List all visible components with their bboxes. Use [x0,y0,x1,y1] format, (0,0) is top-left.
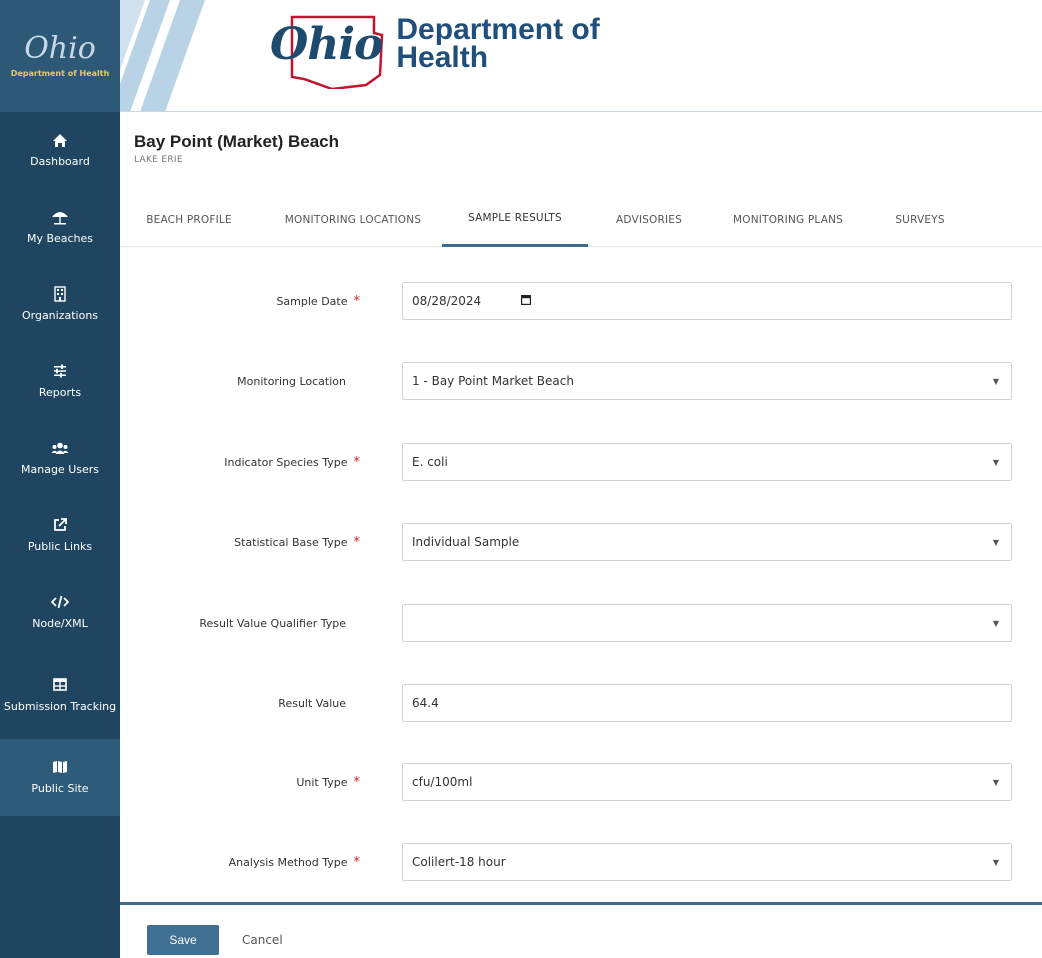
form-row-unit-type: Unit Type * cfu/100ml ▼ [120,763,1042,801]
chevron-down-icon: ▼ [992,376,999,386]
chevron-down-icon: ▼ [992,777,999,787]
chevron-down-icon: ▼ [992,537,999,547]
result-value-input[interactable]: 64.4 [402,684,1012,722]
odh-brand[interactable]: Ohio Department of Health [270,13,600,89]
statistical-base-select[interactable]: Individual Sample ▼ [402,523,1012,561]
sidebar-item-label: My Beaches [26,232,94,246]
sidebar-item-my-beaches[interactable]: My Beaches [0,189,120,266]
building-icon [54,285,66,303]
chevron-down-icon: ▼ [992,457,999,467]
result-value-label: Result Value [278,696,346,710]
page-title: Bay Point (Market) Beach [134,132,339,151]
statistical-base-label: Statistical Base Type * [234,534,361,550]
required-indicator: * [353,854,361,870]
form-row-statistical-base: Statistical Base Type * Individual Sample… [120,523,1042,561]
table-icon [53,676,67,694]
monitoring-location-select[interactable]: 1 - Bay Point Market Beach ▼ [402,362,1012,400]
indicator-species-select[interactable]: E. coli ▼ [402,443,1012,481]
sidebar-item-node-xml[interactable]: Node/XML [0,574,120,651]
sidebar-item-public-links[interactable]: Public Links [0,497,120,574]
chevron-down-icon: ▼ [992,618,999,628]
form-row-analysis-method: Analysis Method Type * Colilert-18 hour ▼ [120,843,1042,881]
home-icon [52,131,68,149]
page-header: Ohio Department of Health [120,0,1042,112]
tab-monitoring-plans[interactable]: MONITORING PLANS [720,192,856,247]
department-name: Department of Health [396,13,600,74]
sidebar-item-label: Organizations [21,309,99,323]
result-value-qualifier-label: Result Value Qualifier Type [199,616,346,630]
indicator-species-label: Indicator Species Type * [224,454,361,470]
sidebar-item-manage-users[interactable]: Manage Users [0,420,120,497]
code-icon [51,593,69,611]
cancel-button[interactable]: Cancel [242,925,283,955]
sidebar-item-label: Submission Tracking [3,699,117,713]
unit-type-label: Unit Type * [296,774,361,790]
sliders-icon [53,362,67,380]
chevron-down-icon: ▼ [992,857,999,867]
tab-beach-profile[interactable]: BEACH PROFILE [134,192,244,247]
header-stripes [120,0,205,111]
sidebar-item-label: Reports [38,386,82,400]
ohio-logo-subtitle: Department of Health [10,68,110,78]
sidebar-item-public-site[interactable]: Public Site [0,739,120,816]
ohio-logo[interactable]: Ohio Department of Health [0,0,120,112]
tab-surveys[interactable]: SURVEYS [882,192,958,247]
sidebar-item-organizations[interactable]: Organizations [0,266,120,343]
page-subtitle: LAKE ERIE [134,155,183,165]
sidebar-item-label: Node/XML [32,617,88,631]
monitoring-location-label: Monitoring Location [237,374,346,388]
form-footer: Save Cancel [120,905,1042,958]
form-row-sample-date: Sample Date * 08/28/2024 [120,282,1042,320]
required-indicator: * [353,293,361,309]
ohio-wordmark: Ohio [270,15,383,89]
form-row-monitoring-location: Monitoring Location 1 - Bay Point Market… [120,362,1042,400]
sidebar-item-label: Public Links [27,540,93,554]
tab-monitoring-locations[interactable]: MONITORING LOCATIONS [268,192,438,247]
external-link-icon [53,516,67,534]
unit-type-select[interactable]: cfu/100ml ▼ [402,763,1012,801]
umbrella-icon [51,208,69,226]
sidebar-item-reports[interactable]: Reports [0,343,120,420]
title-area: Bay Point (Market) Beach LAKE ERIE [120,112,1042,192]
ohio-logo-word: Ohio [24,30,96,66]
form-row-indicator-species: Indicator Species Type * E. coli ▼ [120,443,1042,481]
sample-date-input[interactable]: 08/28/2024 [402,282,1012,320]
form-row-result-value-qualifier: Result Value Qualifier Type ▼ [120,604,1042,642]
form-row-result-value: Result Value 64.4 [120,684,1042,722]
result-value-qualifier-select[interactable]: ▼ [402,604,1012,642]
sidebar-item-dashboard[interactable]: Dashboard [0,112,120,189]
calendar-icon[interactable] [521,294,532,308]
analysis-method-label: Analysis Method Type * [228,854,361,870]
required-indicator: * [353,454,361,470]
sidebar-item-label: Manage Users [21,463,99,477]
sidebar-item-label: Public Site [31,782,89,796]
main-content: Bay Point (Market) Beach LAKE ERIE BEACH… [120,112,1042,902]
users-icon [51,439,69,457]
sidebar-item-submission-tracking[interactable]: Submission Tracking [0,651,120,739]
sample-date-label: Sample Date * [276,293,361,309]
sidebar-item-label: Dashboard [30,155,90,169]
required-indicator: * [353,534,361,550]
analysis-method-select[interactable]: Colilert-18 hour ▼ [402,843,1012,881]
save-button[interactable]: Save [147,925,219,955]
map-icon [52,758,68,776]
required-indicator: * [353,774,361,790]
tab-sample-results[interactable]: SAMPLE RESULTS [442,192,588,247]
tab-bar: BEACH PROFILE MONITORING LOCATIONS SAMPL… [120,192,1042,247]
tab-advisories[interactable]: ADVISORIES [604,192,694,247]
sidebar: Ohio Department of Health Dashboard My B… [0,0,120,958]
